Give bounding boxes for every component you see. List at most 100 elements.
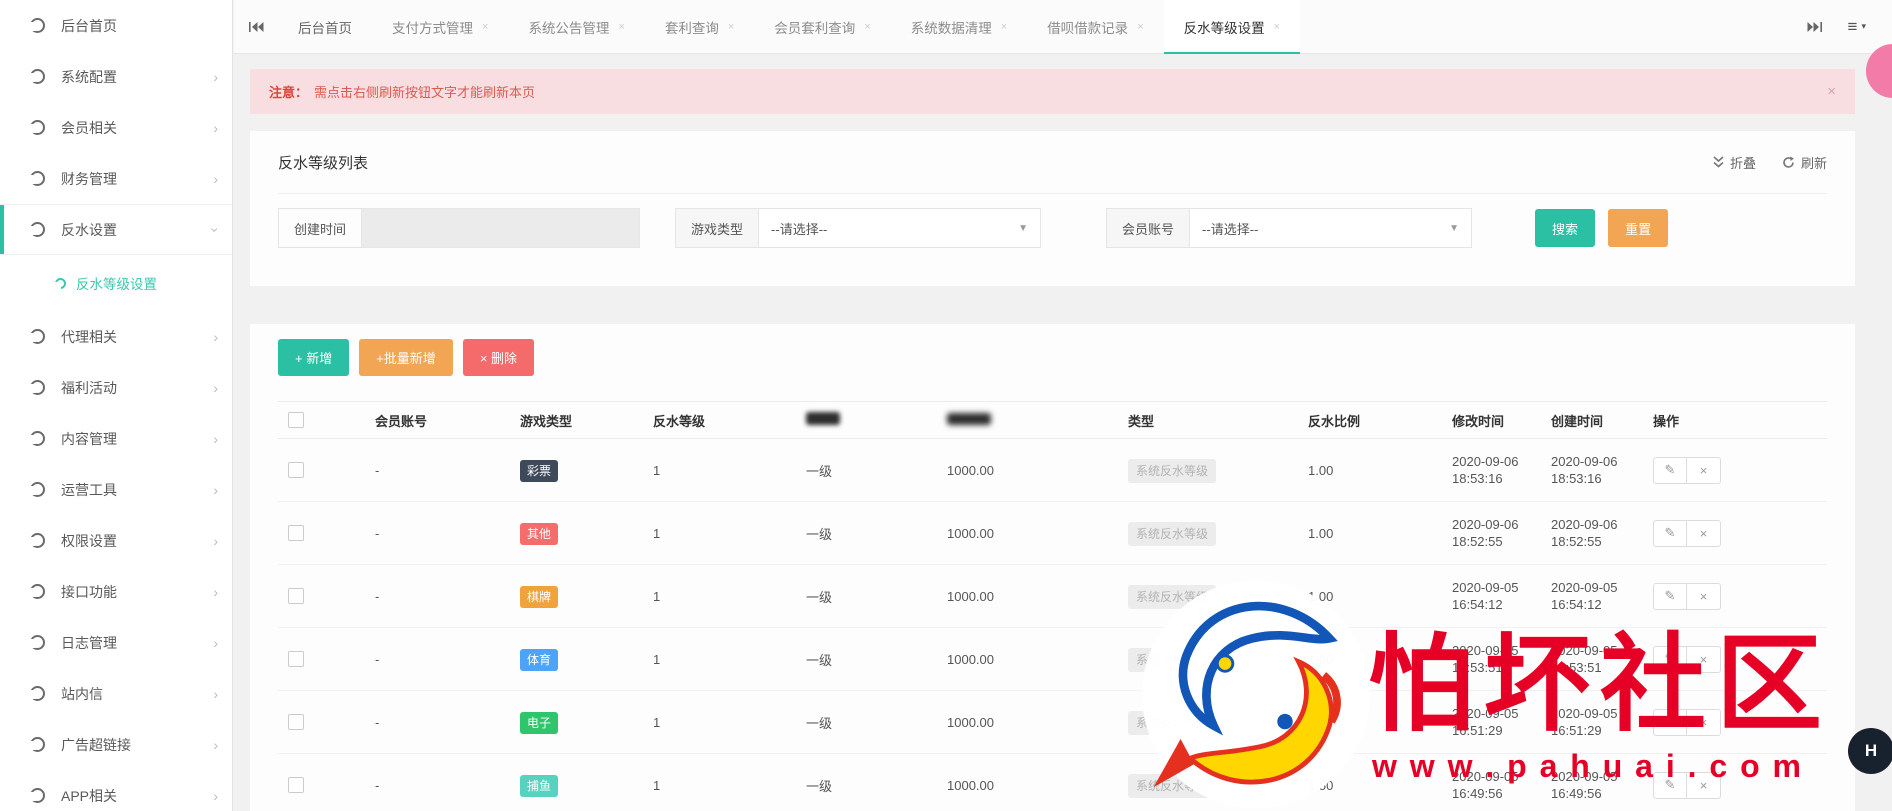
cell-ratio: 1.00 (1298, 438, 1442, 502)
sidebar-item-0[interactable]: 后台首页 (0, 0, 232, 51)
edit-row-button[interactable]: ✎ (1653, 771, 1687, 799)
cell-game-type: 捕鱼 (510, 753, 643, 811)
row-checkbox[interactable] (288, 462, 304, 478)
sidebar-item-2[interactable]: 会员相关 › (0, 102, 232, 153)
select-all-checkbox[interactable] (288, 412, 304, 428)
sidebar-item-5[interactable]: 代理相关 › (0, 311, 232, 362)
sidebar-subitem-4-0[interactable]: 反水等级设置 (0, 255, 232, 311)
tabs-scroll-left-icon[interactable] (234, 0, 278, 53)
cell-account: - (365, 627, 510, 691)
cell-account: - (365, 753, 510, 811)
game-type-select[interactable]: --请选择-- ▼ (759, 208, 1042, 248)
sidebar-item-4[interactable]: 反水设置 › (0, 204, 232, 255)
sidebar-item-11[interactable]: 日志管理 › (0, 617, 232, 668)
create-time-input[interactable] (362, 208, 641, 248)
close-icon: × (1699, 714, 1708, 730)
column-header-9: 创建时间 (1541, 401, 1643, 439)
tab-close-icon[interactable]: × (1274, 21, 1280, 33)
row-checkbox[interactable] (288, 525, 304, 541)
edit-row-button[interactable]: ✎ (1653, 708, 1687, 736)
delete-row-button[interactable]: × (1687, 519, 1721, 547)
delete-row-button[interactable]: × (1687, 771, 1721, 799)
sidebar-item-9[interactable]: 权限设置 › (0, 515, 232, 566)
column-header-1: 会员账号 (365, 401, 510, 439)
filter-member-account: 会员账号 --请选择-- ▼ (1106, 208, 1473, 248)
cell-modified-time: 2020-09-06 18:53:16 (1442, 438, 1541, 502)
row-checkbox[interactable] (288, 777, 304, 793)
edit-row-button[interactable]: ✎ (1653, 582, 1687, 610)
tab-4[interactable]: 会员套利查询 × (754, 0, 890, 53)
chevron-down-icon: ▾ (1861, 21, 1866, 31)
sidebar-item-3[interactable]: 财务管理 › (0, 153, 232, 204)
cell-type: 系统反水等级 (1118, 690, 1298, 754)
row-action-group: ✎ × (1653, 645, 1721, 673)
delete-row-button[interactable]: × (1687, 645, 1721, 673)
tab-1[interactable]: 支付方式管理 × (372, 0, 508, 53)
select-caret-icon: ▼ (1018, 222, 1029, 234)
collapse-button[interactable]: 折叠 (1713, 153, 1756, 172)
sidebar-item-label: APP相关 (61, 787, 118, 804)
cell-created-time: 2020-09-05 16:54:12 (1541, 564, 1643, 628)
add-button[interactable]: + 新增 (278, 339, 350, 376)
edit-row-button[interactable]: ✎ (1653, 519, 1687, 547)
sidebar-item-13[interactable]: 广告超链接 › (0, 719, 232, 770)
batch-add-button[interactable]: +批量新增 (359, 339, 453, 376)
delete-row-button[interactable]: × (1687, 456, 1721, 484)
tab-2[interactable]: 系统公告管理 × (508, 0, 644, 53)
notice-close-icon[interactable]: × (1827, 83, 1836, 100)
tab-close-icon[interactable]: × (1137, 21, 1143, 33)
dark-floating-button[interactable]: H (1848, 728, 1892, 774)
sidebar-item-8[interactable]: 运营工具 › (0, 464, 232, 515)
refresh-button[interactable]: 刷新 (1782, 153, 1827, 172)
sidebar-item-7[interactable]: 内容管理 › (0, 413, 232, 464)
tabs-scroll-right-icon[interactable] (1807, 21, 1822, 33)
sidebar-item-10[interactable]: 接口功能 › (0, 566, 232, 617)
sidebar-menu: 后台首页 系统配置 › 会员相关 › 财务管理 › 反水设置 › 反水等级设置 代理相关 › 福利活动 ›… (0, 0, 232, 811)
tab-close-icon[interactable]: × (864, 21, 870, 33)
row-checkbox[interactable] (288, 714, 304, 730)
hamburger-icon: ≡ (1847, 17, 1858, 36)
column-header-4 (796, 401, 937, 439)
member-account-select[interactable]: --请选择-- ▼ (1190, 208, 1473, 248)
edit-row-button[interactable]: ✎ (1653, 456, 1687, 484)
sidebar-item-label: 广告超链接 (61, 736, 131, 753)
row-checkbox[interactable] (288, 651, 304, 667)
cell-amount: 1000.00 (937, 753, 1118, 811)
chevron-right-icon: › (213, 119, 218, 136)
sidebar-item-12[interactable]: 站内信 › (0, 668, 232, 719)
tab-3[interactable]: 套利查询 × (645, 0, 754, 53)
tab-5[interactable]: 系统数据清理 × (891, 0, 1027, 53)
tab-close-icon[interactable]: × (482, 21, 488, 33)
delete-row-button[interactable]: × (1687, 708, 1721, 736)
table-row-0: - 彩票 1 一级 1000.00 系统反水等级 1.00 2020-09-06 18:53:1… (278, 438, 1827, 502)
table-row-1: - 其他 1 一级 1000.00 系统反水等级 1.00 2020-09-06 18:52:5… (278, 501, 1827, 565)
chevron-right-icon: › (213, 787, 218, 804)
cell-game-type: 电子 (510, 690, 643, 754)
chevron-right-icon: › (213, 170, 218, 187)
tab-close-icon[interactable]: × (1001, 21, 1007, 33)
game-type-badge: 彩票 (520, 459, 559, 482)
chevron-right-icon: › (213, 481, 218, 498)
cell-level: 1 (643, 564, 796, 628)
reset-button[interactable]: 重置 (1608, 209, 1669, 247)
cell-checkbox (278, 438, 365, 502)
row-action-group: ✎ × (1653, 771, 1721, 799)
tab-6[interactable]: 借呗借款记录 × (1027, 0, 1163, 53)
tab-close-icon[interactable]: × (618, 21, 624, 33)
tab-menu-icon[interactable]: ≡ ▾ (1848, 18, 1866, 35)
delete-row-button[interactable]: × (1687, 582, 1721, 610)
tab-7[interactable]: 反水等级设置 × (1163, 0, 1301, 54)
sidebar-item-1[interactable]: 系统配置 › (0, 51, 232, 102)
row-checkbox[interactable] (288, 588, 304, 604)
delete-button[interactable]: × 删除 (462, 339, 535, 376)
sidebar-item-6[interactable]: 福利活动 › (0, 362, 232, 413)
tab-label: 支付方式管理 (392, 20, 473, 36)
sidebar-item-14[interactable]: APP相关 › (0, 770, 232, 811)
tab-close-icon[interactable]: × (728, 21, 734, 33)
chevron-right-icon: › (213, 583, 218, 600)
search-button[interactable]: 搜索 (1535, 209, 1596, 247)
tab-0[interactable]: 后台首页 (278, 0, 372, 53)
edit-row-button[interactable]: ✎ (1653, 645, 1687, 673)
cell-ratio: 1.00 (1298, 564, 1442, 628)
cell-actions: ✎ × (1643, 690, 1827, 754)
